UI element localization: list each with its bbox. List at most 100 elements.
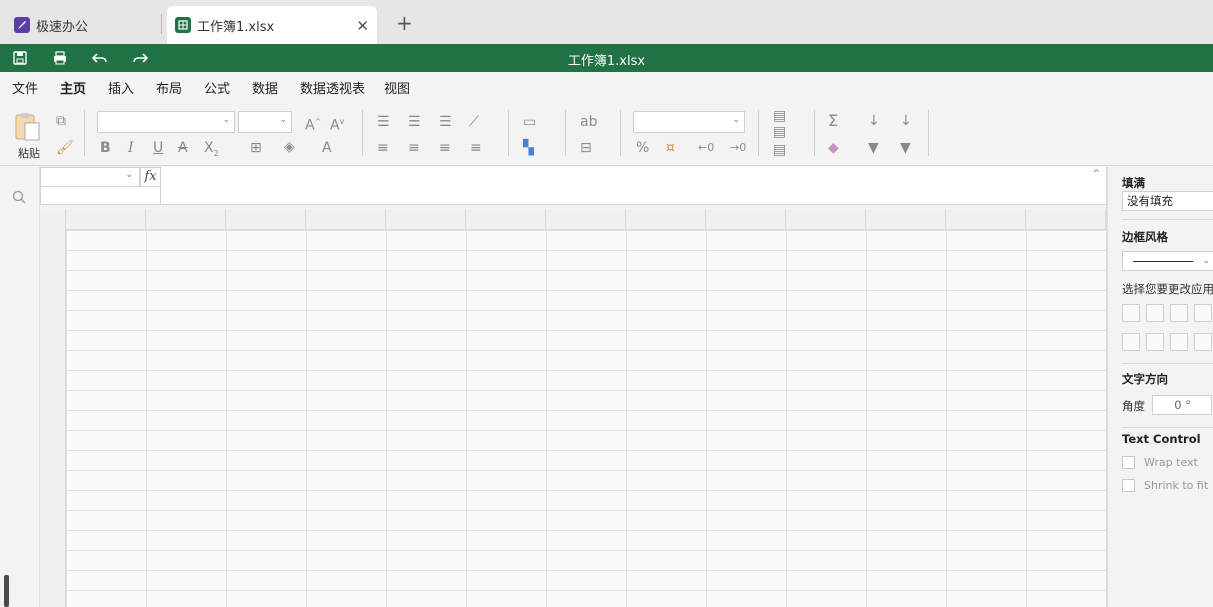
border-outer-icon[interactable] (1194, 304, 1212, 322)
subscript-icon[interactable]: X2 (204, 140, 219, 162)
add-tab-icon[interactable]: + (396, 13, 413, 33)
angle-input[interactable]: 0 ° (1152, 395, 1212, 415)
currency-icon[interactable]: ¤ (666, 140, 675, 156)
fill-color-icon[interactable]: ◈ (284, 139, 295, 155)
underline-icon[interactable]: U (153, 140, 163, 156)
menu-home[interactable]: 主页 (60, 78, 87, 102)
tab-home[interactable]: 极速办公 (8, 6, 160, 44)
sum-icon[interactable]: Σ (828, 113, 838, 129)
search-icon[interactable] (12, 190, 26, 207)
wrap-text-checkbox[interactable] (1122, 456, 1135, 469)
border-hint: 选择您要更改应用样 (1122, 282, 1213, 296)
document-title: 工作簿1.xlsx (567, 54, 646, 69)
delete-cells-icon[interactable]: ▤ (773, 124, 786, 140)
font-size-select[interactable]: ⌄ (238, 111, 292, 133)
cell-style-icon[interactable]: ▭ (523, 114, 536, 130)
sort-descending-icon[interactable]: ↓ (900, 113, 912, 129)
chevron-down-icon: ⌄ (125, 170, 133, 180)
insert-cells-icon[interactable]: ▤ (773, 108, 786, 124)
fill-title: 填满 (1122, 176, 1145, 190)
paste-label: 粘贴 (18, 147, 40, 160)
paste-icon[interactable] (15, 112, 41, 142)
format-painter-icon[interactable]: 🖌 (56, 140, 74, 156)
align-left-icon[interactable]: ≡ (377, 140, 389, 156)
ribbon-divider (758, 110, 759, 156)
menu-data[interactable]: 数据 (252, 78, 278, 97)
text-orientation-icon[interactable]: ⟋ (469, 114, 479, 130)
ribbon-divider (362, 110, 363, 156)
cell-settings-panel: 填满 没有填充 边框风格 ⌄ 选择您要更改应用样 文字方向 角度 0 ° Tex… (1108, 167, 1213, 607)
format-cells-icon[interactable]: ▤ (773, 142, 786, 158)
name-box-extension (40, 187, 161, 205)
conditional-format-icon[interactable]: ▚ (523, 140, 534, 156)
chevron-up-icon[interactable]: ^ (1092, 169, 1100, 179)
panel-divider (1122, 219, 1213, 220)
font-color-icon[interactable]: A (322, 140, 332, 156)
shrink-to-fit-label: Shrink to fit (1144, 479, 1209, 492)
percent-icon[interactable]: % (636, 140, 649, 156)
bold-icon[interactable]: B (100, 140, 111, 156)
decrease-font-icon[interactable]: Av (330, 114, 344, 134)
clear-filter-icon[interactable]: ▼ (900, 140, 911, 156)
shrink-to-fit-checkbox[interactable] (1122, 479, 1135, 492)
align-center-icon[interactable]: ≡ (408, 140, 420, 156)
menu-insert[interactable]: 插入 (108, 78, 134, 97)
close-icon[interactable]: ✕ (356, 17, 369, 35)
ribbon-divider (84, 110, 85, 156)
border-all-icon[interactable] (1122, 304, 1140, 322)
ribbon-divider (814, 110, 815, 156)
increase-font-icon[interactable]: A^ (305, 114, 321, 134)
align-right-icon[interactable]: ≡ (439, 140, 451, 156)
menu-layout[interactable]: 布局 (156, 78, 182, 97)
row-headers[interactable] (40, 209, 66, 607)
formula-input[interactable]: ^ (161, 167, 1106, 205)
name-box[interactable]: ⌄ (40, 167, 140, 187)
spreadsheet-grid[interactable] (40, 209, 1106, 607)
decrease-decimal-icon[interactable]: →0 (730, 140, 746, 156)
increase-decimal-icon[interactable]: ←0 (698, 140, 714, 156)
sort-ascending-icon[interactable]: ↓ (868, 113, 880, 129)
merge-cells-icon[interactable]: ⊟ (580, 140, 592, 156)
chevron-down-icon: ⌄ (732, 115, 740, 125)
menu-bar: 文件 主页 插入 布局 公式 数据 数据透视表 视图 (0, 72, 1213, 102)
menu-view[interactable]: 视图 (384, 78, 410, 97)
justify-icon[interactable]: ≡ (470, 140, 482, 156)
font-family-select[interactable]: ⌄ (97, 111, 235, 133)
scroll-handle[interactable] (4, 575, 9, 607)
align-middle-icon[interactable]: ☰ (408, 114, 421, 130)
menu-file[interactable]: 文件 (12, 78, 38, 97)
border-left-icon[interactable] (1122, 333, 1140, 351)
align-top-icon[interactable]: ☰ (377, 114, 390, 130)
border-inner-icon[interactable] (1146, 304, 1164, 322)
wrap-text-label: Wrap text (1144, 456, 1198, 469)
border-style-select[interactable]: ⌄ (1122, 251, 1213, 271)
column-headers[interactable] (40, 209, 1106, 230)
border-right-icon[interactable] (1170, 333, 1188, 351)
border-top-icon[interactable] (1194, 333, 1212, 351)
fill-select[interactable]: 没有填充 (1122, 191, 1213, 211)
copy-icon[interactable]: ⧉ (56, 113, 66, 129)
clear-icon[interactable]: ◆ (828, 140, 839, 156)
strikethrough-icon[interactable]: A (178, 140, 188, 156)
spreadsheet-icon (175, 17, 191, 33)
ribbon-divider (928, 110, 929, 156)
left-strip (0, 167, 40, 607)
panel-divider (1122, 363, 1213, 364)
number-format-select[interactable]: ⌄ (633, 111, 745, 133)
panel-divider (1122, 427, 1213, 428)
menu-pivot-table[interactable]: 数据透视表 (300, 78, 365, 97)
border-style-title: 边框风格 (1122, 230, 1168, 244)
menu-formula[interactable]: 公式 (204, 78, 230, 97)
filter-icon[interactable]: ▼ (868, 140, 879, 156)
ribbon-divider (620, 110, 621, 156)
borders-icon[interactable]: ⊞ (250, 140, 262, 156)
tab-workbook[interactable]: 工作簿1.xlsx ✕ (167, 6, 377, 44)
line-style-preview (1133, 261, 1193, 262)
italic-icon[interactable]: I (128, 140, 134, 156)
wrap-text-icon[interactable]: ab (580, 114, 597, 130)
ribbon-divider (508, 110, 509, 156)
align-bottom-icon[interactable]: ☰ (439, 114, 452, 130)
border-cross-icon[interactable] (1170, 304, 1188, 322)
border-center-icon[interactable] (1146, 333, 1164, 351)
function-button[interactable]: fx (140, 167, 161, 187)
